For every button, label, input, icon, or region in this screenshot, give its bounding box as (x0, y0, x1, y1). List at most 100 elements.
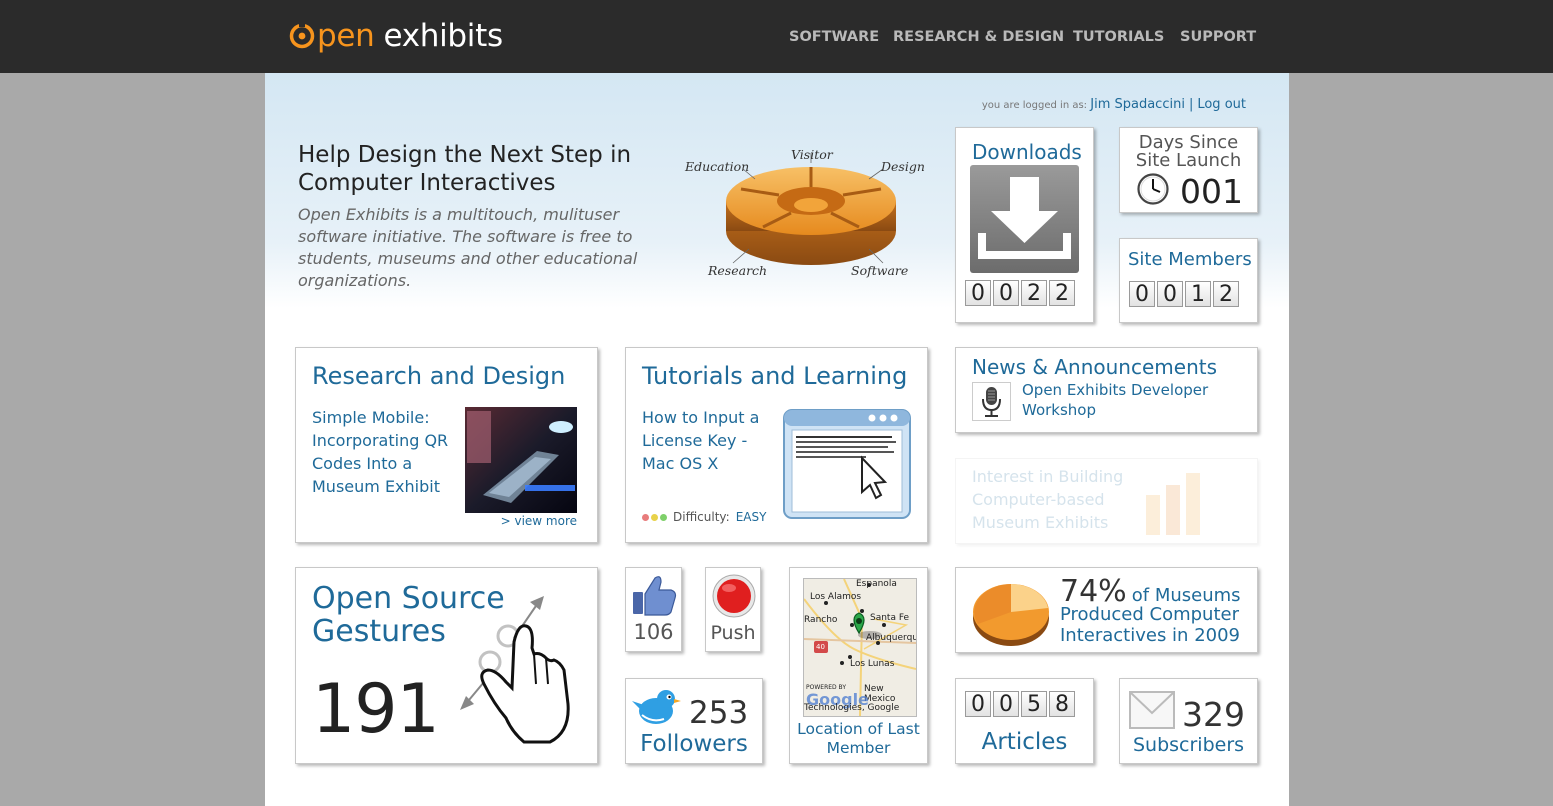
diagram-label-education: Education (685, 159, 750, 174)
logo-o-icon (289, 23, 315, 49)
gestures-box[interactable]: Open Source Gestures 191 (295, 567, 598, 764)
open-exhibits-diagram: Education Visitor Design Research Softwa… (683, 145, 928, 285)
days-since-launch-box: Days Since Site Launch 001 (1119, 127, 1258, 213)
twitter-box[interactable]: 253 Followers (625, 678, 763, 764)
login-status: you are logged in as: Jim Spadaccini | Log… (982, 97, 1246, 112)
diagram-label-software: Software (851, 263, 909, 278)
diagram-label-research: Research (708, 263, 768, 278)
microphone-icon (972, 382, 1011, 421)
clock-icon (1137, 173, 1169, 209)
museum-exhibit-photo[interactable] (465, 407, 577, 513)
interest-box[interactable]: Interest in Building Computer-based Muse… (955, 458, 1258, 544)
subscribers-count: 329 (1182, 695, 1245, 734)
counter-digit: 1 (1185, 281, 1211, 307)
map-label-interstate: 40 (816, 643, 825, 651)
counter-digit: 0 (993, 280, 1019, 306)
nav-tutorials[interactable]: TUTORIALS (1073, 29, 1164, 45)
nav-support[interactable]: SUPPORT (1180, 29, 1256, 45)
research-design-title[interactable]: Research and Design (312, 362, 565, 390)
downloads-title: Downloads (972, 140, 1082, 164)
downloads-counter: 0 0 2 2 (965, 280, 1075, 306)
tutorials-box: Tutorials and Learning How to Input a Li… (625, 347, 928, 543)
twitter-followers-label: Followers (640, 731, 748, 757)
push-button-icon (711, 574, 757, 622)
counter-digit: 0 (993, 691, 1019, 717)
diagram-label-visitor: Visitor (791, 147, 833, 162)
pie-chart-icon (970, 574, 1052, 652)
map-label-espanola: Espanola (856, 579, 897, 589)
museums-stat-box[interactable]: 74% of Museums Produced Computer Interac… (955, 567, 1258, 653)
tutorial-window-image[interactable] (782, 408, 912, 524)
counter-digit: 0 (965, 691, 991, 717)
intro-description: Open Exhibits is a multitouch, mulituser… (298, 205, 638, 290)
diagram-label-design: Design (881, 159, 925, 174)
last-member-map-box[interactable]: Espanola Los Alamos Rancho Santa Fe Albu… (789, 567, 928, 764)
news-box: News & Announcements Open Exhibits Devel… (955, 347, 1258, 433)
twitter-followers-count: 253 (689, 695, 749, 731)
logo-open-text: pen (317, 17, 375, 54)
map-label-los-alamos: Los Alamos (810, 592, 862, 602)
counter-digit: 2 (1021, 280, 1047, 306)
museums-text-1: of Museums (1131, 585, 1241, 606)
intro-title: Help Design the Next Step in Computer In… (298, 142, 632, 196)
news-title[interactable]: News & Announcements (972, 355, 1217, 379)
interest-text: Interest in Building Computer-based Muse… (972, 467, 1124, 532)
map-credit: Technologies, Google (804, 703, 900, 713)
articles-counter: 0 0 5 8 (965, 691, 1075, 717)
tutorial-link[interactable]: How to Input a License Key - Mac OS X (642, 406, 774, 475)
difficulty-dots: Difficulty: EASY (642, 510, 766, 524)
push-box[interactable]: Push (705, 567, 761, 652)
likes-count: 106 (633, 620, 674, 644)
subscribers-box[interactable]: 329 Subscribers (1119, 678, 1258, 764)
days-count: 001 (1180, 172, 1243, 211)
login-prefix: you are logged in as: (981, 100, 1088, 111)
map-label-los-lunas: Los Lunas (850, 659, 895, 669)
top-nav-bar: pen exhibits SOFTWARE RESEARCH & DESIGN … (0, 0, 1553, 73)
location-map[interactable]: Espanola Los Alamos Rancho Santa Fe Albu… (803, 578, 917, 717)
downloads-box[interactable]: Downloads 0 0 2 2 (955, 127, 1094, 323)
map-label-rancho: Rancho (804, 615, 838, 625)
research-article-link[interactable]: Simple Mobile: Incorporating QR Codes In… (312, 406, 460, 498)
nav-research-design[interactable]: RESEARCH & DESIGN (893, 29, 1064, 45)
twitter-bird-icon (632, 685, 682, 733)
logout-link[interactable]: Log out (1197, 97, 1246, 112)
subscribers-label: Subscribers (1132, 734, 1245, 756)
tutorials-title[interactable]: Tutorials and Learning (642, 362, 907, 390)
difficulty-dot-green (660, 513, 667, 521)
days-title: Days Since Site Launch (1120, 134, 1257, 170)
map-label-new-mexico: New Mexico (864, 684, 896, 704)
articles-label: Articles (981, 729, 1068, 755)
difficulty-label: Difficulty: (673, 510, 730, 524)
days-title-line2: Site Launch (1135, 150, 1242, 171)
envelope-icon (1129, 691, 1175, 733)
museums-text: Produced Computer Interactives in 2009 (1060, 604, 1240, 646)
difficulty-value: EASY (735, 510, 767, 524)
push-label: Push (710, 622, 756, 644)
articles-box[interactable]: 0 0 5 8 Articles (955, 678, 1094, 764)
gestures-count: 191 (312, 670, 440, 749)
likes-box[interactable]: 106 (625, 567, 682, 652)
view-more-link[interactable]: > view more (501, 514, 577, 528)
counter-digit: 5 (1021, 691, 1047, 717)
download-icon (970, 165, 1079, 273)
logo-exhibits-text: exhibits (383, 17, 504, 54)
main-content: you are logged in as: Jim Spadaccini | Log… (265, 73, 1289, 806)
museums-text-3: Interactives in 2009 (1060, 625, 1240, 646)
login-separator: | (1188, 97, 1194, 112)
research-design-box: Research and Design Simple Mobile: Incor… (295, 347, 598, 543)
map-label-albuquerque: Albuquerque (866, 633, 916, 643)
thumbs-up-icon (631, 574, 677, 620)
difficulty-dot-yellow (651, 513, 658, 521)
counter-digit: 8 (1049, 691, 1075, 717)
counter-digit: 0 (1129, 281, 1155, 307)
open-exhibits-logo[interactable]: pen exhibits (289, 16, 503, 56)
nav-software[interactable]: SOFTWARE (789, 29, 879, 45)
counter-digit: 0 (965, 280, 991, 306)
difficulty-dot-red (642, 513, 649, 521)
username-link[interactable]: Jim Spadaccini (1090, 97, 1185, 112)
site-members-box: Site Members 0 0 1 2 (1119, 238, 1258, 323)
hand-gesture-icon (454, 592, 584, 754)
site-members-title: Site Members (1128, 249, 1252, 270)
news-item-link[interactable]: Open Exhibits Developer Workshop (1022, 380, 1242, 420)
counter-digit: 2 (1049, 280, 1075, 306)
